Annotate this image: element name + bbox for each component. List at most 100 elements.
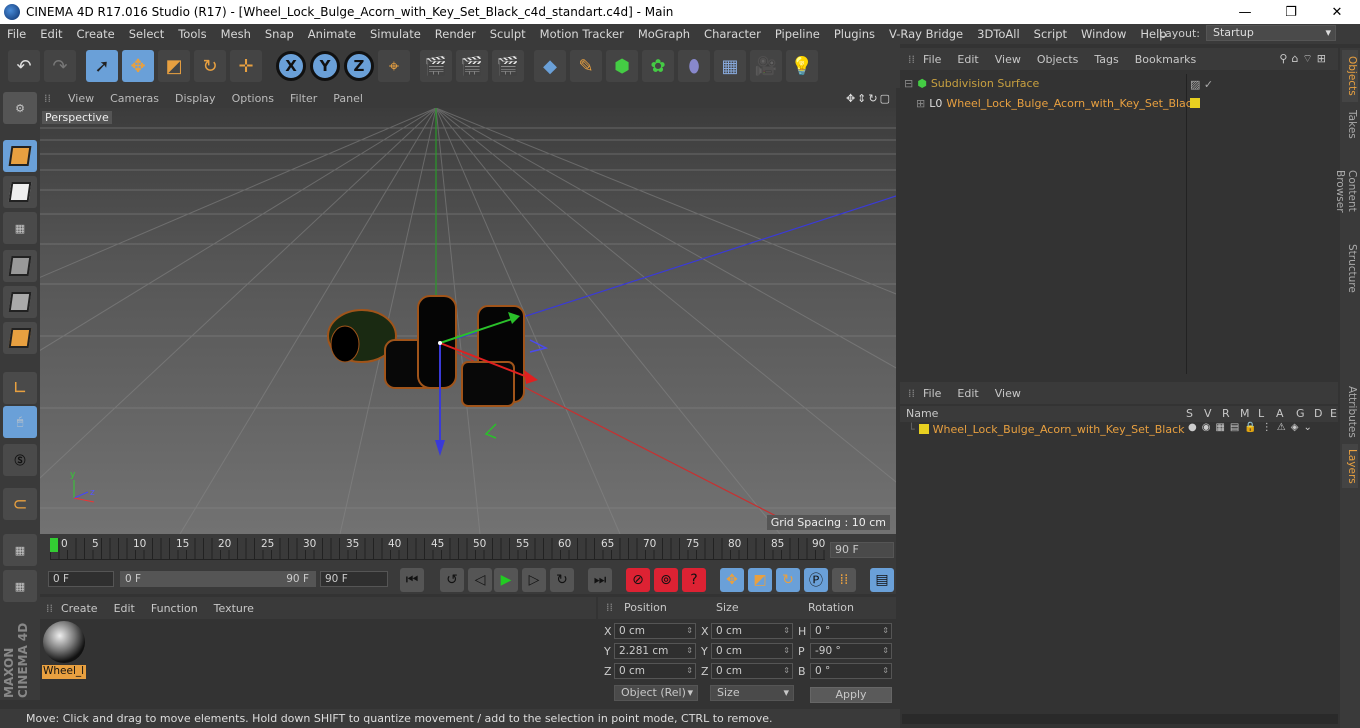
y-axis-lock-button[interactable]: Y bbox=[310, 51, 340, 81]
coordinate-mode-dropdown[interactable]: Object (Rel) bbox=[614, 685, 698, 701]
material-menu-edit[interactable]: Edit bbox=[106, 602, 143, 615]
object-row-subdivision-surface[interactable]: ⊟ ⬢ Subdivision Surface bbox=[904, 74, 1039, 92]
menu-file[interactable]: File bbox=[0, 27, 33, 41]
layer-color-swatch[interactable] bbox=[1190, 98, 1200, 108]
layer-menu-file[interactable]: File bbox=[915, 387, 949, 400]
scale-tool-icon[interactable]: ◩ bbox=[158, 50, 190, 82]
x-axis-lock-button[interactable]: X bbox=[276, 51, 306, 81]
workplane-lock-icon[interactable]: ▦ bbox=[3, 534, 37, 566]
layer-menu-edit[interactable]: Edit bbox=[949, 387, 986, 400]
pen-spline-icon[interactable]: ✎ bbox=[570, 50, 602, 82]
menu-create[interactable]: Create bbox=[70, 27, 122, 41]
move-tool-icon[interactable]: ✥ bbox=[122, 50, 154, 82]
record-active-icon[interactable]: ⊘ bbox=[626, 568, 650, 592]
object-menu-file[interactable]: File bbox=[915, 53, 949, 66]
model-lock-nut-b[interactable] bbox=[417, 295, 457, 389]
previous-frame-icon[interactable]: ◁ bbox=[468, 568, 492, 592]
coordinate-system-icon[interactable]: ⌖ bbox=[378, 50, 410, 82]
tweak-mode-icon[interactable]: 🖱 bbox=[3, 406, 37, 438]
material-menu-texture[interactable]: Texture bbox=[206, 602, 262, 615]
snap-icon[interactable]: Ⓢ bbox=[3, 444, 37, 476]
texture-mode-icon[interactable] bbox=[3, 176, 37, 208]
object-menu-objects[interactable]: Objects bbox=[1029, 53, 1087, 66]
layer-flag-deformers[interactable]: D bbox=[1314, 407, 1322, 420]
polygon-mode-icon[interactable] bbox=[3, 322, 37, 354]
light-icon[interactable]: 💡 bbox=[786, 50, 818, 82]
make-editable-icon[interactable]: ⚙ bbox=[3, 92, 37, 124]
viewport-menu-options[interactable]: Options bbox=[224, 92, 282, 105]
viewport-menu-display[interactable]: Display bbox=[167, 92, 224, 105]
menu-plugins[interactable]: Plugins bbox=[827, 27, 882, 41]
timeline-window-icon[interactable]: ▤ bbox=[870, 568, 894, 592]
object-row-wheel-lock[interactable]: ⊞ L0 Wheel_Lock_Bulge_Acorn_with_Key_Set… bbox=[916, 94, 1198, 112]
layer-flag-generators[interactable]: G bbox=[1296, 407, 1305, 420]
menu-motion-tracker[interactable]: Motion Tracker bbox=[533, 27, 631, 41]
layer-flag-manager[interactable]: M bbox=[1240, 407, 1250, 420]
timeline-playhead[interactable] bbox=[50, 538, 58, 552]
redo-icon[interactable]: ↷ bbox=[44, 50, 76, 82]
rotation-p-field[interactable]: -90 ° bbox=[810, 643, 892, 659]
tree-expand-icon[interactable]: ⊟ bbox=[904, 77, 913, 90]
viewport-menu-panel[interactable]: Panel bbox=[325, 92, 371, 105]
menu-window[interactable]: Window bbox=[1074, 27, 1133, 41]
layer-horizontal-scrollbar[interactable] bbox=[902, 714, 1338, 724]
axis-mode-icon[interactable]: ∟ bbox=[3, 372, 37, 404]
menu-select[interactable]: Select bbox=[122, 27, 171, 41]
floor-environment-icon[interactable]: ▦ bbox=[714, 50, 746, 82]
layer-flag-icons[interactable]: ●◉▦▤🔒⋮⚠◈⌄ bbox=[1188, 422, 1317, 433]
size-x-field[interactable]: 0 cm bbox=[711, 623, 793, 639]
object-menu-tags[interactable]: Tags bbox=[1086, 53, 1126, 66]
point-mode-icon[interactable] bbox=[3, 250, 37, 282]
model-wheel-lock-set[interactable] bbox=[327, 295, 525, 407]
render-view-icon[interactable]: 🎬 bbox=[420, 50, 452, 82]
menu-render[interactable]: Render bbox=[428, 27, 483, 41]
z-axis-lock-button[interactable]: Z bbox=[344, 51, 374, 81]
rotation-h-field[interactable]: 0 ° bbox=[810, 623, 892, 639]
layout-dropdown[interactable]: Startup bbox=[1206, 25, 1336, 41]
workplane-mode-icon[interactable]: ▦ bbox=[3, 212, 37, 244]
layer-color-swatch[interactable] bbox=[918, 424, 929, 434]
menu-tools[interactable]: Tools bbox=[171, 27, 213, 41]
layer-flag-solo[interactable]: S bbox=[1186, 407, 1193, 420]
menu-3dtoall[interactable]: 3DToAll bbox=[970, 27, 1027, 41]
tab-objects[interactable]: Objects bbox=[1342, 50, 1358, 102]
menu-character[interactable]: Character bbox=[697, 27, 768, 41]
menu-mograph[interactable]: MoGraph bbox=[631, 27, 697, 41]
close-button[interactable]: ✕ bbox=[1314, 0, 1360, 24]
timeline-ticks[interactable]: 0 5 10 15 20 25 30 35 40 45 50 55 60 65 … bbox=[50, 538, 827, 560]
visibility-toggle-icon[interactable]: ▨ ✓ bbox=[1190, 78, 1213, 91]
menu-vray-bridge[interactable]: V-Ray Bridge bbox=[882, 27, 970, 41]
viewport-menu-filter[interactable]: Filter bbox=[282, 92, 325, 105]
layer-flag-animation[interactable]: A bbox=[1276, 407, 1284, 420]
recent-tool-icon[interactable]: ✛ bbox=[230, 50, 262, 82]
edge-mode-icon[interactable] bbox=[3, 286, 37, 318]
viewport-camera-label[interactable]: Perspective bbox=[42, 111, 112, 124]
layer-menu-view[interactable]: View bbox=[987, 387, 1029, 400]
key-scale-icon[interactable]: ◩ bbox=[748, 568, 772, 592]
position-y-field[interactable]: 2.281 cm bbox=[614, 643, 696, 659]
material-preview-thumbnail[interactable] bbox=[43, 621, 85, 663]
material-name-label[interactable]: Wheel_l bbox=[42, 665, 86, 679]
tab-takes[interactable]: Takes bbox=[1342, 104, 1358, 144]
layer-flag-expressions[interactable]: E bbox=[1330, 407, 1337, 420]
model-mode-icon[interactable] bbox=[3, 140, 37, 172]
tab-structure[interactable]: Structure bbox=[1342, 240, 1358, 296]
previous-key-icon[interactable]: ↺ bbox=[440, 568, 464, 592]
menu-sculpt[interactable]: Sculpt bbox=[483, 27, 533, 41]
object-menu-bookmarks[interactable]: Bookmarks bbox=[1127, 53, 1204, 66]
end-frame-field[interactable]: 90 F bbox=[320, 571, 388, 587]
viewport-navigation-icons[interactable]: ✥⇕↻▢ bbox=[846, 92, 892, 105]
render-to-picture-viewer-icon[interactable]: 🎬 bbox=[456, 50, 488, 82]
object-name[interactable]: Subdivision Surface bbox=[931, 77, 1039, 90]
size-y-field[interactable]: 0 cm bbox=[711, 643, 793, 659]
maximize-button[interactable]: ❐ bbox=[1268, 0, 1314, 24]
layer-flag-view[interactable]: V bbox=[1204, 407, 1212, 420]
layer-name[interactable]: Wheel_Lock_Bulge_Acorn_with_Key_Set_Blac… bbox=[933, 423, 1185, 436]
timeline-ruler[interactable]: 0 5 10 15 20 25 30 35 40 45 50 55 60 65 … bbox=[40, 534, 896, 566]
layer-row[interactable]: └ Wheel_Lock_Bulge_Acorn_with_Key_Set_Bl… bbox=[908, 420, 1185, 438]
3d-viewport[interactable]: y z Perspective Grid Spacing : 10 cm bbox=[40, 108, 896, 534]
menu-pipeline[interactable]: Pipeline bbox=[768, 27, 827, 41]
viewport-menu-cameras[interactable]: Cameras bbox=[102, 92, 167, 105]
current-frame-field[interactable]: 90 F bbox=[830, 542, 894, 558]
live-selection-icon[interactable]: ➚ bbox=[86, 50, 118, 82]
